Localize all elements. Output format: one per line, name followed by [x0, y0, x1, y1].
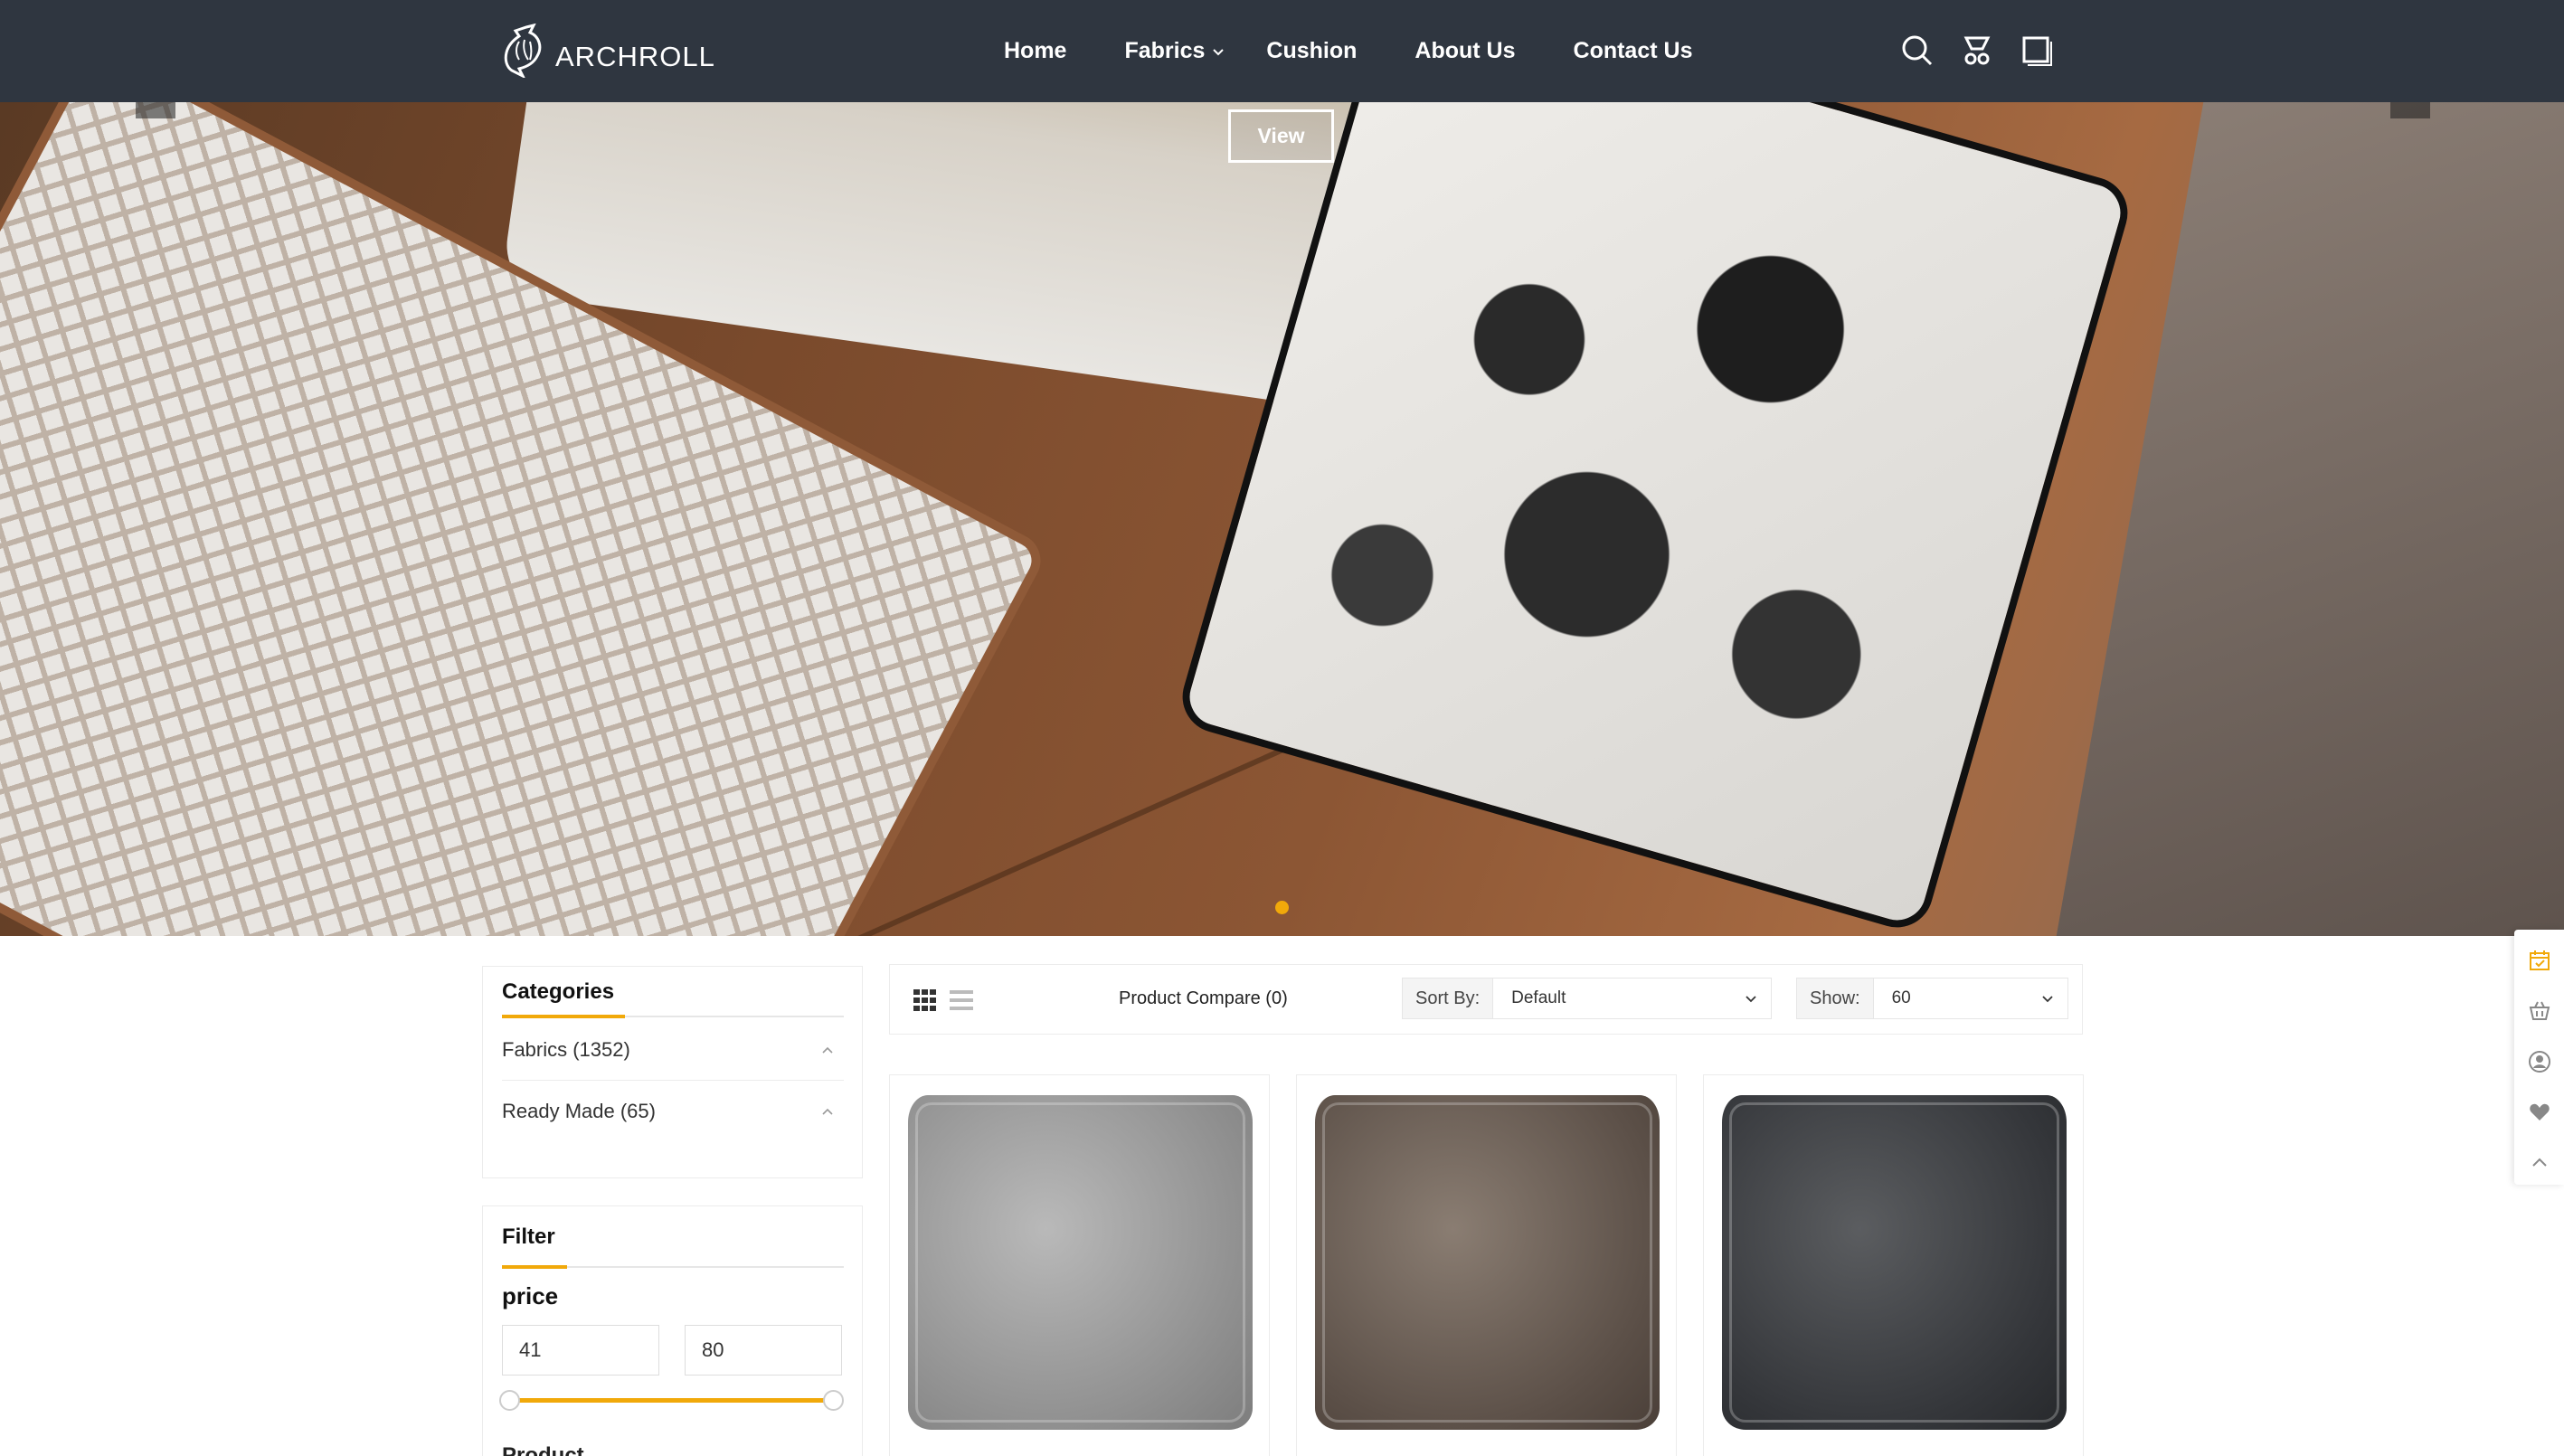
side-calendar-button[interactable] — [2514, 935, 2564, 986]
category-item-fabrics[interactable]: Fabrics (1352) — [502, 1019, 844, 1081]
filter-panel: Filter price Product — [482, 1205, 863, 1456]
hero-banner — [0, 102, 2564, 936]
nav-fabrics[interactable]: Fabrics — [1124, 38, 1225, 64]
price-slider-max-handle[interactable] — [823, 1390, 844, 1411]
product-card[interactable] — [889, 1074, 1270, 1456]
nav-contact-us-label: Contact Us — [1573, 38, 1693, 63]
product-image[interactable] — [1722, 1095, 2067, 1430]
unicorn-logo-icon — [504, 24, 542, 78]
filter-divider — [502, 1265, 844, 1269]
header-actions — [1897, 31, 2077, 71]
price-label: price — [502, 1282, 559, 1309]
cart-icon — [2529, 1001, 2550, 1020]
chevron-down-icon — [2041, 996, 2053, 1003]
nav-contact-us[interactable]: Contact Us — [1574, 38, 1693, 64]
heart-icon — [2529, 1103, 2550, 1120]
sort-selected-value: Default — [1511, 988, 1566, 1007]
floating-side-bar — [2514, 930, 2564, 1185]
chevron-down-icon — [1746, 996, 1756, 1003]
show-select[interactable]: 60 — [1872, 978, 2068, 1019]
category-item-ready-made[interactable]: Ready Made (65) — [502, 1081, 844, 1142]
filter-accent — [502, 1265, 567, 1269]
side-wishlist-button[interactable] — [2514, 1087, 2564, 1138]
chevron-down-icon — [1213, 48, 1225, 55]
price-slider-track[interactable] — [511, 1398, 835, 1403]
nav-cushion-label: Cushion — [1266, 38, 1358, 63]
site-header: ARCHROLL Home Fabrics Cushion About Us C… — [0, 0, 2564, 102]
category-label: Ready Made (65) — [502, 1100, 656, 1122]
nav-about-us[interactable]: About Us — [1414, 38, 1515, 64]
hero-prev-arrow[interactable] — [136, 102, 175, 118]
show-label: Show: — [1796, 978, 1873, 1019]
product-toolbar: Product Compare (0) Sort By: Default Sho… — [889, 964, 2083, 1035]
filter-title: Filter — [502, 1224, 555, 1249]
nav-cushion[interactable]: Cushion — [1266, 38, 1357, 64]
chevron-up-icon[interactable] — [820, 1043, 835, 1057]
list-view-icon[interactable] — [950, 989, 973, 1011]
nav-home[interactable]: Home — [1004, 38, 1066, 64]
grid-view-icon[interactable] — [913, 989, 937, 1011]
price-max-input[interactable] — [685, 1325, 842, 1376]
user-icon — [2528, 1051, 2550, 1073]
show-control: Show: 60 — [1796, 978, 2068, 1019]
nav-fabrics-label: Fabrics — [1124, 38, 1206, 63]
product-image[interactable] — [908, 1095, 1253, 1430]
hero-view-button[interactable]: View — [1228, 109, 1334, 163]
hero-next-arrow[interactable] — [2390, 102, 2430, 118]
logo[interactable]: ARCHROLL — [499, 22, 715, 80]
search-icon — [1902, 35, 1933, 66]
calendar-check-icon — [2529, 950, 2550, 970]
nav-home-label: Home — [1004, 38, 1067, 63]
sort-label: Sort By: — [1402, 978, 1493, 1019]
logo-text: ARCHROLL — [555, 41, 715, 72]
product-card[interactable] — [1703, 1074, 2084, 1456]
chevron-up-icon — [2531, 1158, 2547, 1167]
categories-accent — [502, 1015, 625, 1018]
main-nav: Home Fabrics Cushion About Us Contact Us — [1004, 0, 1750, 102]
product-image[interactable] — [1315, 1095, 1660, 1430]
side-account-button[interactable] — [2514, 1036, 2564, 1087]
product-compare-link[interactable]: Product Compare (0) — [1119, 988, 1288, 1009]
next-filter-heading: Product — [502, 1443, 584, 1456]
product-card[interactable] — [1296, 1074, 1677, 1456]
wishlist-button[interactable] — [1957, 31, 1997, 71]
chevron-up-icon[interactable] — [820, 1104, 835, 1119]
hero-slide-dot[interactable] — [1275, 901, 1289, 914]
price-min-input[interactable] — [502, 1325, 659, 1376]
nav-about-us-label: About Us — [1414, 38, 1516, 63]
compare-button[interactable] — [2017, 31, 2057, 71]
sort-select[interactable]: Default — [1492, 978, 1773, 1019]
categories-title: Categories — [502, 979, 615, 1004]
wishlist-icon — [1963, 36, 1991, 65]
show-selected-value: 60 — [1891, 988, 1911, 1007]
search-button[interactable] — [1897, 31, 1937, 71]
price-slider-min-handle[interactable] — [499, 1390, 520, 1411]
categories-panel: Categories Fabrics (1352) Ready Made (65… — [482, 966, 863, 1178]
hero-floor — [2056, 102, 2564, 936]
back-to-top-button[interactable] — [2514, 1138, 2564, 1188]
hero-pillow-abstract — [1174, 102, 2136, 936]
sort-control: Sort By: Default — [1402, 978, 1773, 1019]
category-label: Fabrics (1352) — [502, 1037, 630, 1061]
categories-divider — [502, 1015, 844, 1018]
side-cart-button[interactable] — [2514, 986, 2564, 1036]
compare-icon — [2022, 36, 2052, 66]
